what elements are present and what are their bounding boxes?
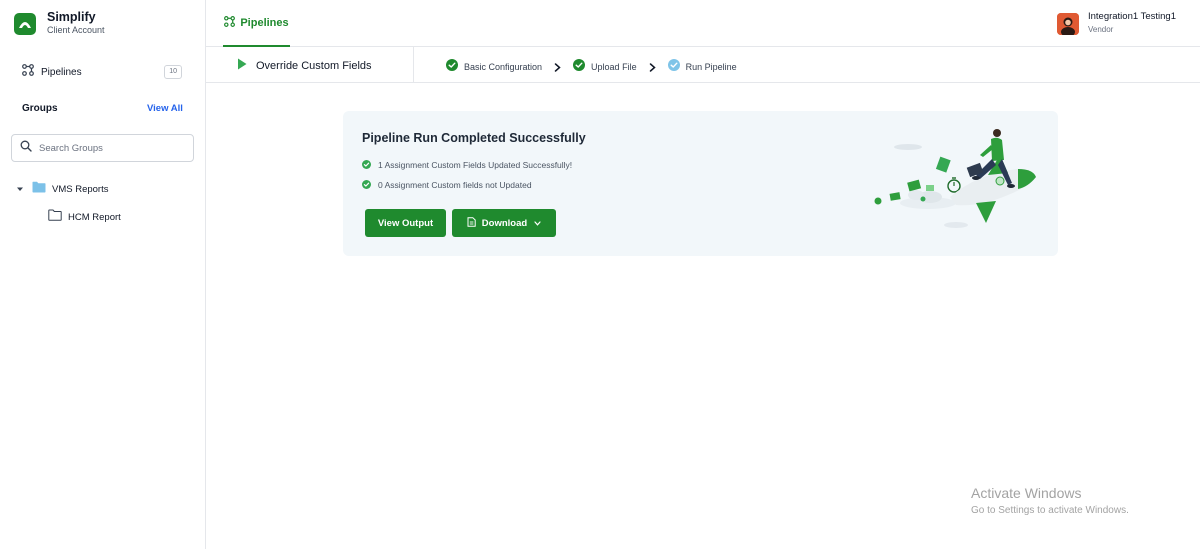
view-all-link[interactable]: View All <box>147 103 183 114</box>
pipeline-title: Override Custom Fields <box>237 57 372 75</box>
tree-item-label: HCM Report <box>68 211 121 223</box>
divider <box>413 47 414 83</box>
download-button-label: Download <box>481 217 528 229</box>
chevron-right-icon <box>554 62 561 72</box>
caret-down-icon[interactable] <box>16 180 24 198</box>
chevron-right-icon <box>649 62 656 72</box>
search-groups-input[interactable] <box>39 142 179 154</box>
search-icon <box>20 139 32 157</box>
user-name: Integration1 Testing1 <box>1087 11 1176 22</box>
sidebar-item-pipelines[interactable]: Pipelines 10 <box>22 64 184 80</box>
rocket-illustration <box>868 125 1043 235</box>
groups-heading: Groups <box>22 103 58 114</box>
folder-outline-icon <box>48 208 62 226</box>
simplify-logo-icon <box>14 12 36 35</box>
check-circle-icon <box>667 58 680 76</box>
top-bar: Pipelines Integration1 Testing1 Vendor <box>206 0 1200 47</box>
step-label: Run Pipeline <box>685 62 737 72</box>
sidebar-item-label: Pipelines <box>41 66 82 78</box>
step-label: Basic Configuration <box>464 62 543 72</box>
activate-windows-subtitle: Go to Settings to activate Windows. <box>971 505 1129 516</box>
tab-label: Pipelines <box>240 16 289 29</box>
play-icon <box>237 57 247 75</box>
pipeline-icon <box>224 14 236 32</box>
search-groups-box <box>11 134 194 162</box>
app-name: Simplify <box>47 10 96 24</box>
folder-filled-icon <box>32 180 46 198</box>
tree-item-label: VMS Reports <box>52 183 109 195</box>
user-menu[interactable]: Integration1 Testing1 Vendor <box>1056 11 1176 37</box>
step-label: Upload File <box>591 62 637 72</box>
step-run-pipeline[interactable]: Run Pipeline <box>667 58 737 76</box>
tree-item-vms-reports[interactable]: VMS Reports <box>16 180 109 198</box>
stepper: Basic Configuration Upload File Run Pipe… <box>446 58 737 76</box>
check-circle-icon <box>362 156 371 174</box>
app-subtitle: Client Account <box>47 25 105 35</box>
tab-pipelines[interactable]: Pipelines <box>223 0 290 47</box>
file-icon <box>467 216 476 230</box>
avatar <box>1056 13 1079 35</box>
activate-windows-title: Activate Windows <box>971 485 1082 501</box>
view-output-button[interactable]: View Output <box>365 209 446 237</box>
pipelines-count-badge: 10 <box>164 65 182 79</box>
sidebar: Simplify Client Account Pipelines 10 Gro… <box>0 0 206 549</box>
brand[interactable]: Simplify Client Account <box>14 10 105 37</box>
pipeline-icon <box>22 63 34 81</box>
run-result-card: Pipeline Run Completed Successfully 1 As… <box>343 111 1058 256</box>
download-button[interactable]: Download <box>452 209 556 237</box>
check-circle-icon <box>446 58 458 76</box>
pipeline-title-text: Override Custom Fields <box>256 60 372 72</box>
check-circle-icon <box>573 58 586 76</box>
step-basic-configuration[interactable]: Basic Configuration <box>446 58 542 76</box>
chevron-down-icon <box>534 218 541 229</box>
result-message-text: 0 Assignment Custom fields not Updated <box>378 180 532 190</box>
result-message: 1 Assignment Custom Fields Updated Succe… <box>362 156 572 174</box>
result-title: Pipeline Run Completed Successfully <box>362 131 586 145</box>
tree-item-hcm-report[interactable]: HCM Report <box>48 208 121 226</box>
check-circle-icon <box>362 176 371 194</box>
step-upload-file[interactable]: Upload File <box>573 58 637 76</box>
result-message-text: 1 Assignment Custom Fields Updated Succe… <box>378 160 573 170</box>
user-role: Vendor <box>1087 25 1114 34</box>
result-message: 0 Assignment Custom fields not Updated <box>362 176 532 194</box>
pipeline-steps-bar: Override Custom Fields Basic Configurati… <box>206 47 1200 83</box>
